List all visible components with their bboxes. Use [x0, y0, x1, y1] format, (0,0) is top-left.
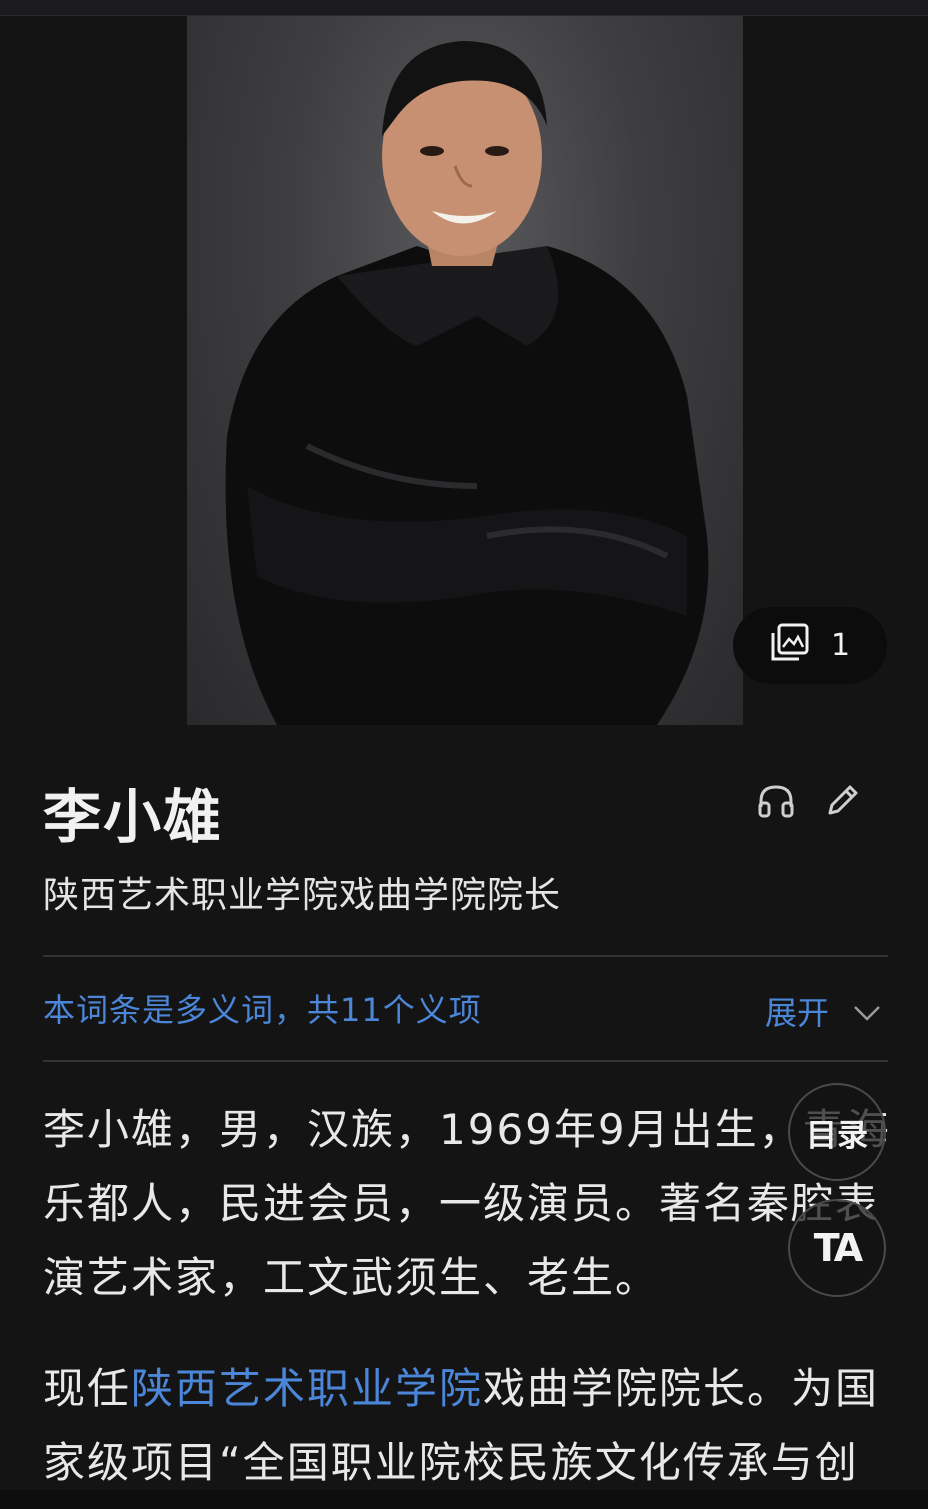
intro-paragraph: 李小雄，男，汉族，1969年9月出生，青海 乐都人，民进会员，一级演员。著名秦腔… — [43, 1093, 893, 1315]
divider — [43, 955, 888, 957]
edit-button[interactable] — [822, 783, 862, 823]
position-prefix: 现任 — [43, 1364, 132, 1413]
entry-subtitle: 陕西艺术职业学院戏曲学院院长 — [43, 875, 562, 916]
bottom-edge — [0, 1490, 928, 1509]
listen-button[interactable] — [756, 783, 796, 823]
position-line: 现任陕西艺术职业学院戏曲学院院长。为国 — [43, 1352, 893, 1426]
top-status-strip — [0, 0, 928, 16]
intro-line: 乐都人，民进会员，一级演员。著名秦腔表 — [43, 1179, 880, 1228]
position-paragraph: 现任陕西艺术职业学院戏曲学院院长。为国 家级项目“全国职业院校民族文化传承与创 — [43, 1352, 893, 1500]
gallery-count: 1 — [831, 628, 851, 663]
divider — [43, 1060, 888, 1062]
entry-photo[interactable] — [187, 16, 743, 725]
intro-line: 演艺术家，工文武须生、老生。 — [43, 1253, 660, 1302]
pencil-icon — [824, 783, 860, 823]
entry-title: 李小雄 — [43, 783, 224, 851]
expand-button[interactable]: 展开 — [765, 988, 881, 1034]
image-gallery-icon — [771, 623, 809, 669]
position-line: 家级项目“全国职业院校民族文化传承与创 — [43, 1438, 859, 1487]
intro-line: 李小雄，男，汉族，1969年9月出生，青海 — [43, 1105, 891, 1154]
headphones-icon — [757, 783, 795, 823]
expand-label: 展开 — [765, 994, 830, 1032]
position-rest: 戏曲学院院长。为国 — [483, 1364, 880, 1413]
chevron-down-icon — [853, 992, 881, 1030]
gallery-count-button[interactable]: 1 — [733, 607, 887, 684]
ta-button[interactable]: TA — [788, 1199, 886, 1297]
institution-link[interactable]: 陕西艺术职业学院 — [131, 1364, 483, 1413]
toc-label: 目录 — [806, 1117, 868, 1154]
polysemy-notice[interactable]: 本词条是多义词，共11个义项 — [43, 985, 482, 1031]
table-of-contents-button[interactable]: 目录 — [788, 1083, 886, 1181]
portrait-illustration — [225, 41, 709, 725]
ta-label: TA — [813, 1226, 863, 1270]
